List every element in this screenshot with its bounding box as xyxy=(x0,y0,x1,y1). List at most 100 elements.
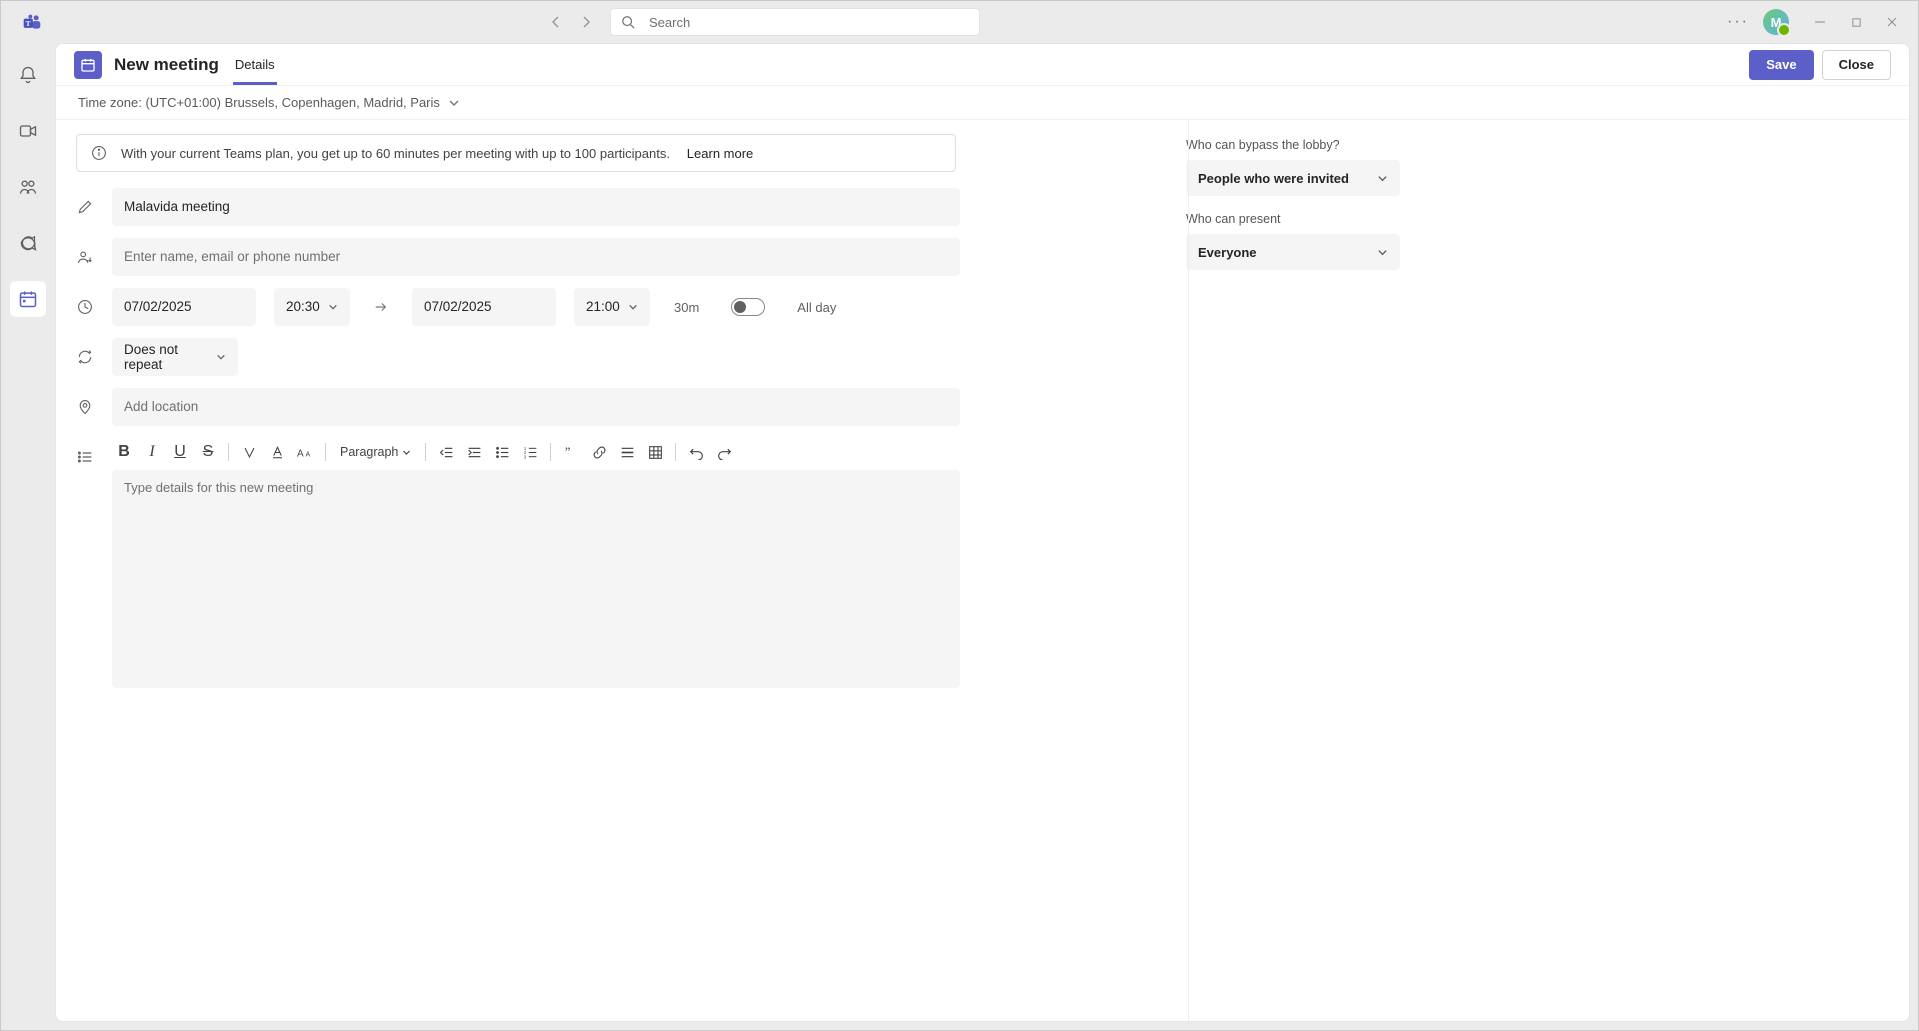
panel-header: New meeting Details Save Close xyxy=(56,44,1909,86)
svg-text:T: T xyxy=(26,19,31,28)
tab-details[interactable]: Details xyxy=(233,45,277,85)
rail-calendar[interactable] xyxy=(10,281,46,317)
form-column: With your current Teams plan, you get up… xyxy=(56,120,1186,1021)
table-button[interactable] xyxy=(643,440,667,464)
svg-text:”: ” xyxy=(565,445,571,459)
search-input[interactable]: Search xyxy=(610,8,980,36)
people-icon xyxy=(76,238,94,276)
recurrence-value: Does not repeat xyxy=(124,342,216,372)
timezone-value: (UTC+01:00) Brussels, Copenhagen, Madrid… xyxy=(145,95,439,110)
window-close-button[interactable] xyxy=(1875,8,1909,36)
who-can-present-value: Everyone xyxy=(1198,245,1257,260)
undo-button[interactable] xyxy=(684,440,708,464)
location-input[interactable]: Add location xyxy=(112,388,960,426)
end-time-value: 21:00 xyxy=(586,299,620,314)
banner-text: With your current Teams plan, you get up… xyxy=(121,146,670,161)
calendar-icon xyxy=(74,51,102,79)
repeat-icon xyxy=(76,338,94,376)
clock-icon xyxy=(76,288,94,326)
indent-button[interactable] xyxy=(462,440,486,464)
details-placeholder: Type details for this new meeting xyxy=(124,480,313,495)
italic-button[interactable]: I xyxy=(140,440,164,464)
close-button[interactable]: Close xyxy=(1822,50,1891,80)
learn-more-link[interactable]: Learn more xyxy=(687,146,753,161)
redo-button[interactable] xyxy=(712,440,736,464)
link-button[interactable] xyxy=(587,440,611,464)
nav-back-button[interactable] xyxy=(544,10,568,34)
outdent-button[interactable] xyxy=(434,440,458,464)
chevron-down-icon xyxy=(216,352,226,362)
paragraph-style-select[interactable]: Paragraph xyxy=(334,445,417,459)
location-icon xyxy=(76,388,94,426)
app-rail xyxy=(2,43,54,1029)
who-can-present-label: Who can present xyxy=(1186,212,1436,226)
paragraph-label: Paragraph xyxy=(340,445,398,459)
window-minimize-button[interactable] xyxy=(1803,8,1837,36)
teams-logo-icon: T xyxy=(20,10,44,34)
svg-text:A: A xyxy=(297,448,304,459)
column-divider xyxy=(1188,120,1189,1021)
page-title: New meeting xyxy=(114,55,219,75)
avatar-initial: M xyxy=(1771,15,1782,30)
title-bar: T Search ··· M xyxy=(2,2,1917,42)
save-button[interactable]: Save xyxy=(1749,50,1813,80)
chevron-down-icon xyxy=(328,302,338,312)
meeting-options-column: Who can bypass the lobby? People who wer… xyxy=(1186,120,1466,1021)
rail-activity[interactable] xyxy=(10,57,46,93)
strike-button[interactable]: S xyxy=(196,440,220,464)
search-placeholder: Search xyxy=(649,15,690,30)
chevron-down-icon xyxy=(1377,247,1388,258)
nav-forward-button[interactable] xyxy=(574,10,598,34)
font-size-button[interactable]: AA xyxy=(293,440,317,464)
rail-community[interactable] xyxy=(10,169,46,205)
end-date-input[interactable]: 07/02/2025 xyxy=(412,288,556,326)
panel-body: With your current Teams plan, you get up… xyxy=(56,120,1909,1021)
svg-text:A: A xyxy=(305,451,310,458)
attendees-placeholder: Enter name, email or phone number xyxy=(124,249,340,264)
highlight-button[interactable] xyxy=(237,440,261,464)
user-avatar[interactable]: M xyxy=(1763,9,1789,35)
location-placeholder: Add location xyxy=(124,399,198,414)
start-time-value: 20:30 xyxy=(286,299,320,314)
number-list-button[interactable]: 123 xyxy=(518,440,542,464)
meeting-title-value: Malavida meeting xyxy=(124,199,230,214)
bypass-lobby-value: People who were invited xyxy=(1198,171,1349,186)
description-icon xyxy=(76,438,94,476)
chevron-down-icon xyxy=(628,302,638,312)
recurrence-select[interactable]: Does not repeat xyxy=(112,338,238,376)
chevron-down-icon xyxy=(448,97,460,109)
end-time-select[interactable]: 21:00 xyxy=(574,288,650,326)
history-nav xyxy=(544,10,598,34)
rail-meet[interactable] xyxy=(10,113,46,149)
timezone-prefix: Time zone: xyxy=(78,95,142,110)
chevron-down-icon xyxy=(1377,173,1388,184)
all-day-toggle[interactable] xyxy=(731,298,765,316)
window-maximize-button[interactable] xyxy=(1839,8,1873,36)
start-date-value: 07/02/2025 xyxy=(124,299,192,314)
arrow-right-icon xyxy=(374,300,388,314)
info-icon xyxy=(91,145,107,161)
underline-button[interactable]: U xyxy=(168,440,192,464)
bullet-list-button[interactable] xyxy=(490,440,514,464)
rail-chat[interactable] xyxy=(10,225,46,261)
font-color-button[interactable] xyxy=(265,440,289,464)
hr-button[interactable] xyxy=(615,440,639,464)
bold-button[interactable]: B xyxy=(112,440,136,464)
all-day-label: All day xyxy=(797,300,836,315)
quote-button[interactable]: ” xyxy=(559,440,583,464)
timezone-selector[interactable]: Time zone: (UTC+01:00) Brussels, Copenha… xyxy=(56,86,1909,120)
meeting-title-input[interactable]: Malavida meeting xyxy=(112,188,960,226)
rich-text-toolbar: B I U S AA xyxy=(112,438,960,466)
svg-text:3: 3 xyxy=(524,454,527,459)
search-icon xyxy=(621,15,635,29)
attendees-input[interactable]: Enter name, email or phone number xyxy=(112,238,960,276)
start-date-input[interactable]: 07/02/2025 xyxy=(112,288,256,326)
start-time-select[interactable]: 20:30 xyxy=(274,288,350,326)
details-textarea[interactable]: Type details for this new meeting xyxy=(112,470,960,688)
pencil-icon xyxy=(76,188,94,226)
plan-info-banner: With your current Teams plan, you get up… xyxy=(76,134,956,172)
bypass-lobby-select[interactable]: People who were invited xyxy=(1186,160,1400,196)
more-button[interactable]: ··· xyxy=(1719,13,1757,31)
who-can-present-select[interactable]: Everyone xyxy=(1186,234,1400,270)
bypass-lobby-label: Who can bypass the lobby? xyxy=(1186,138,1436,152)
